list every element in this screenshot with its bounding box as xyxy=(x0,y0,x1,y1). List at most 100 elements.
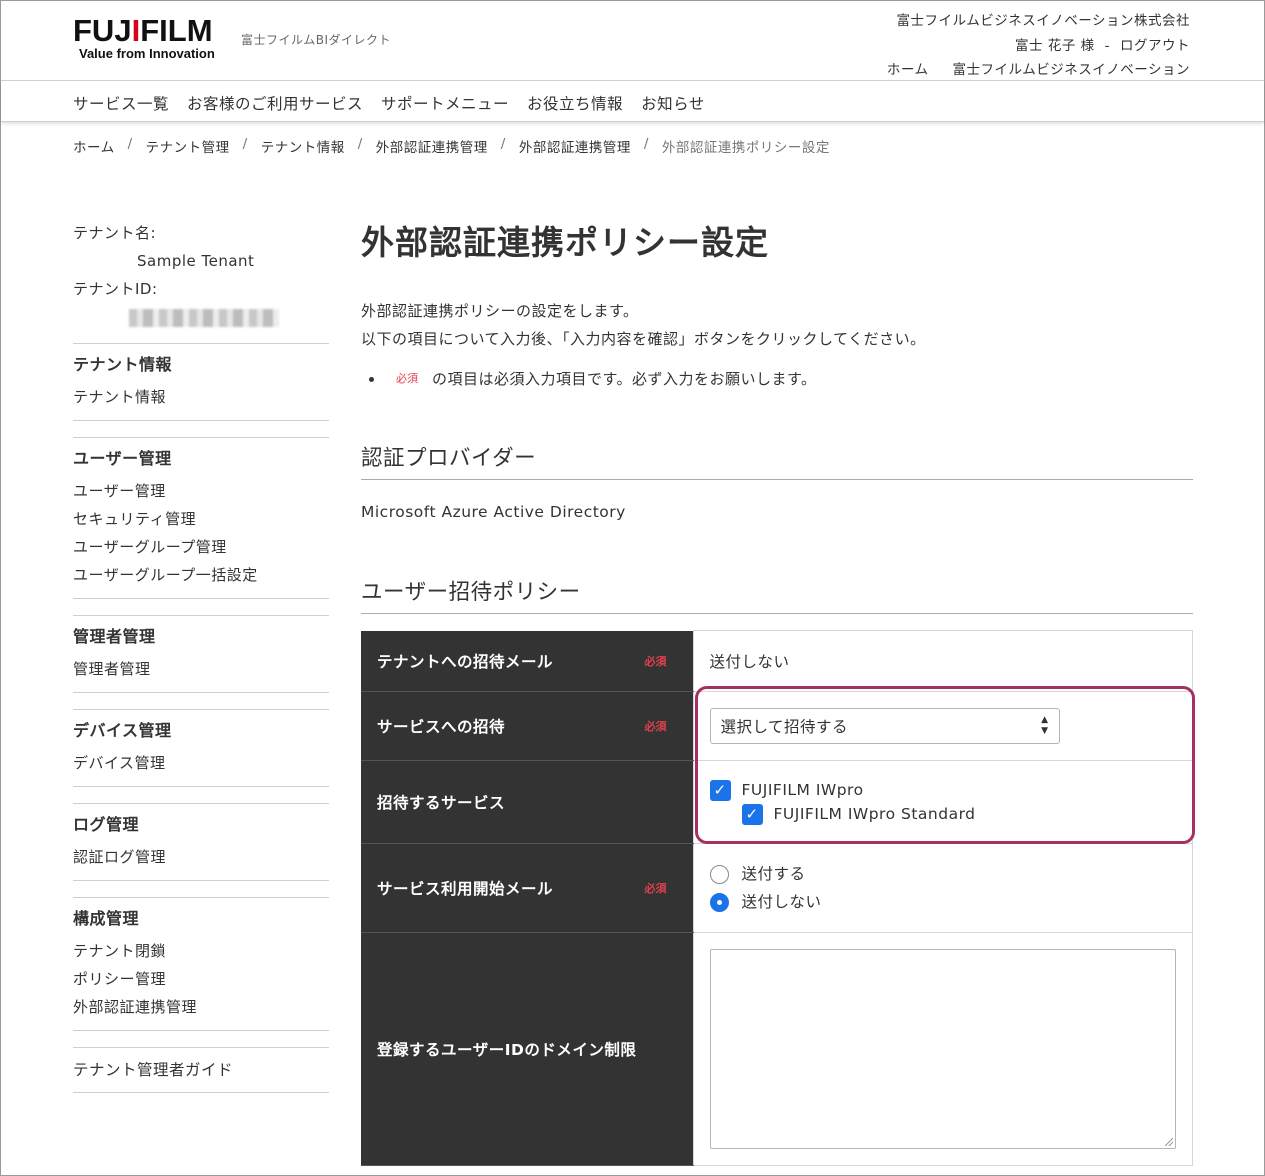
radio-unselected-icon[interactable] xyxy=(709,864,729,884)
checkbox-checked-icon[interactable]: ✓ xyxy=(741,803,763,825)
row-label: テナントへの招待メール 必須 xyxy=(361,630,693,692)
breadcrumb-separator: / xyxy=(357,136,363,152)
main-content: 外部認証連携ポリシー設定 外部認証連携ポリシーの設定をします。 以下の項目につい… xyxy=(361,219,1193,1166)
fujifilm-logo[interactable]: FUJIFILM Value from Innovation xyxy=(73,13,215,62)
description-line-1: 外部認証連携ポリシーの設定をします。 xyxy=(361,302,639,320)
radio-send[interactable]: 送付する xyxy=(709,860,1177,888)
nav-useful-info[interactable]: お役立ち情報 xyxy=(527,92,623,114)
home-link[interactable]: ホーム xyxy=(887,62,929,78)
resize-grip-icon[interactable] xyxy=(1164,1138,1173,1146)
breadcrumb-home[interactable]: ホーム xyxy=(73,136,115,156)
sidebar: テナント名: Sample Tenant テナントID: テナント情報 テナント… xyxy=(73,219,329,1093)
row-label: 招待するサービス xyxy=(361,760,693,844)
service-invite-select[interactable]: 選択して招待する ▲ ▼ xyxy=(709,708,1060,744)
sidebar-admin-guide[interactable]: テナント管理者ガイド xyxy=(73,1047,329,1093)
required-badge: 必須 xyxy=(644,882,667,895)
sidebar-group-title: 構成管理 xyxy=(73,909,140,928)
row-label-text: テナントへの招待メール xyxy=(377,652,554,671)
sidebar-item-ext-auth[interactable]: 外部認証連携管理 xyxy=(73,993,329,1021)
row-label-text: サービスへの招待 xyxy=(377,718,506,736)
breadcrumb-separator: / xyxy=(643,136,649,152)
service-checkbox-child[interactable]: ✓ FUJIFILM IWpro Standard xyxy=(710,802,1177,826)
sidebar-item-user-groups[interactable]: ユーザーグループ管理 xyxy=(73,533,329,561)
radio-send-label: 送付する xyxy=(741,865,806,883)
tenant-mail-value: 送付しない xyxy=(692,630,1193,692)
bullet-icon xyxy=(369,376,374,382)
row-label: サービス利用開始メール 必須 xyxy=(361,843,693,933)
tenant-name-label: テナント名: xyxy=(73,224,157,242)
tenant-id-redacted xyxy=(129,309,279,327)
breadcrumb: ホーム / テナント管理 / テナント情報 / 外部認証連携管理 / 外部認証連携管理 /… xyxy=(73,136,830,156)
page-title: 外部認証連携ポリシー設定 xyxy=(361,223,769,262)
site-header: FUJIFILM Value from Innovation 富士フイルムBIダ… xyxy=(1,1,1264,81)
domain-cell xyxy=(692,932,1193,1166)
domain-restriction-textarea[interactable] xyxy=(709,949,1176,1149)
sidebar-item-admin-admin[interactable]: 管理者管理 xyxy=(73,655,329,683)
row-services: 招待するサービス ✓ FUJIFILM IWpro ✓ FUJIFILM IWp… xyxy=(361,760,1193,844)
select-value: 選択して招待する xyxy=(720,718,849,736)
sidebar-group-devices: デバイス管理 デバイス管理 xyxy=(73,709,329,787)
header-account: 富士フイルムビジネスイノベーション株式会社 富士 花子 様 - ログアウト ホーム 富… xyxy=(863,9,1190,83)
sidebar-item-tenant-close[interactable]: テナント閉鎖 xyxy=(73,937,329,965)
row-start-mail: サービス利用開始メール 必須 送付する 送付しない xyxy=(361,843,1193,933)
row-label: サービスへの招待 必須 xyxy=(361,691,693,761)
sidebar-item-user-groups-bulk[interactable]: ユーザーグループ一括設定 xyxy=(73,561,329,589)
nav-news[interactable]: お知らせ xyxy=(641,92,705,114)
select-arrows-icon: ▲ ▼ xyxy=(1041,715,1049,736)
nav-support[interactable]: サポートメニュー xyxy=(381,92,509,114)
logout-link[interactable]: ログアウト xyxy=(1120,38,1190,54)
company-link[interactable]: 富士フイルムビジネスイノベーション xyxy=(953,62,1190,78)
sidebar-item-tenant-info[interactable]: テナント情報 xyxy=(73,383,329,411)
required-note-text: の項目は必須入力項目です。必ず入力をお願いします。 xyxy=(432,370,817,388)
radio-selected-icon[interactable] xyxy=(709,892,729,912)
required-badge: 必須 xyxy=(644,720,667,733)
row-label-text: 登録するユーザーIDのドメイン制限 xyxy=(377,1041,637,1059)
radio-no-send[interactable]: 送付しない xyxy=(709,888,1177,916)
checkbox-checked-icon[interactable]: ✓ xyxy=(709,779,731,801)
sidebar-item-policy-admin[interactable]: ポリシー管理 xyxy=(73,965,329,993)
sidebar-group-title: ユーザー管理 xyxy=(73,449,172,468)
logo-tagline: Value from Innovation xyxy=(79,46,215,61)
breadcrumb-ext-auth-1[interactable]: 外部認証連携管理 xyxy=(376,136,488,156)
user-name: 富士 花子 様 xyxy=(1015,37,1095,54)
nav-my-services[interactable]: お客様のご利用サービス xyxy=(187,92,363,114)
sidebar-item-auth-logs[interactable]: 認証ログ管理 xyxy=(73,843,329,871)
row-tenant-mail: テナントへの招待メール 必須 送付しない xyxy=(361,630,1193,692)
tenant-name-value: Sample Tenant xyxy=(137,252,255,270)
logo-wordmark: FUJIFILM xyxy=(73,13,213,48)
section-title-provider: 認証プロバイダー xyxy=(361,441,1193,480)
tenant-id-label: テナントID: xyxy=(73,280,158,298)
service-checkbox-parent[interactable]: ✓ FUJIFILM IWpro xyxy=(709,778,1177,802)
sidebar-group-title: ログ管理 xyxy=(73,815,140,834)
row-label-text: サービス利用開始メール xyxy=(377,880,554,898)
sidebar-group-logs: ログ管理 認証ログ管理 xyxy=(73,803,329,881)
page-description: 外部認証連携ポリシーの設定をします。 以下の項目について入力後、「入力内容を確認… xyxy=(361,297,1193,353)
service-parent-label: FUJIFILM IWpro xyxy=(741,781,864,799)
breadcrumb-current: 外部認証連携ポリシー設定 xyxy=(661,140,830,156)
section-title-invite-policy: ユーザー招待ポリシー xyxy=(361,575,1193,614)
row-service-invite: サービスへの招待 必須 選択して招待する ▲ ▼ xyxy=(361,691,1193,761)
breadcrumb-tenant-info[interactable]: テナント情報 xyxy=(261,136,345,156)
sidebar-group-users: ユーザー管理 ユーザー管理 セキュリティ管理 ユーザーグループ管理 ユーザーグル… xyxy=(73,437,329,599)
sidebar-item-device-admin[interactable]: デバイス管理 xyxy=(73,749,329,777)
breadcrumb-ext-auth-2[interactable]: 外部認証連携管理 xyxy=(519,136,631,156)
global-nav: サービス一覧 お客様のご利用サービス サポートメニュー お役立ち情報 お知らせ xyxy=(1,82,1264,122)
required-note: 必須 の項目は必須入力項目です。必ず入力をお願いします。 xyxy=(361,367,1193,391)
service-child-label: FUJIFILM IWpro Standard xyxy=(773,805,976,823)
breadcrumb-separator: / xyxy=(242,136,248,152)
required-badge: 必須 xyxy=(644,654,667,668)
nav-services[interactable]: サービス一覧 xyxy=(73,92,169,114)
breadcrumb-separator: / xyxy=(500,136,506,152)
description-line-2: 以下の項目について入力後、「入力内容を確認」ボタンをクリックしてください。 xyxy=(361,330,926,348)
sidebar-group-title: テナント情報 xyxy=(73,355,173,374)
sidebar-group-title: 管理者管理 xyxy=(73,627,156,646)
radio-no-send-label: 送付しない xyxy=(741,893,822,911)
required-badge: 必須 xyxy=(396,372,418,385)
services-cell: ✓ FUJIFILM IWpro ✓ FUJIFILM IWpro Standa… xyxy=(692,760,1193,844)
row-domain: 登録するユーザーIDのドメイン制限 xyxy=(361,932,1193,1166)
sidebar-group-config: 構成管理 テナント閉鎖 ポリシー管理 外部認証連携管理 xyxy=(73,897,329,1031)
sidebar-group-tenant: テナント情報 テナント情報 xyxy=(73,343,329,421)
breadcrumb-tenant-admin[interactable]: テナント管理 xyxy=(146,136,230,156)
sidebar-item-user-admin[interactable]: ユーザー管理 xyxy=(73,477,329,505)
sidebar-item-security[interactable]: セキュリティ管理 xyxy=(73,505,329,533)
